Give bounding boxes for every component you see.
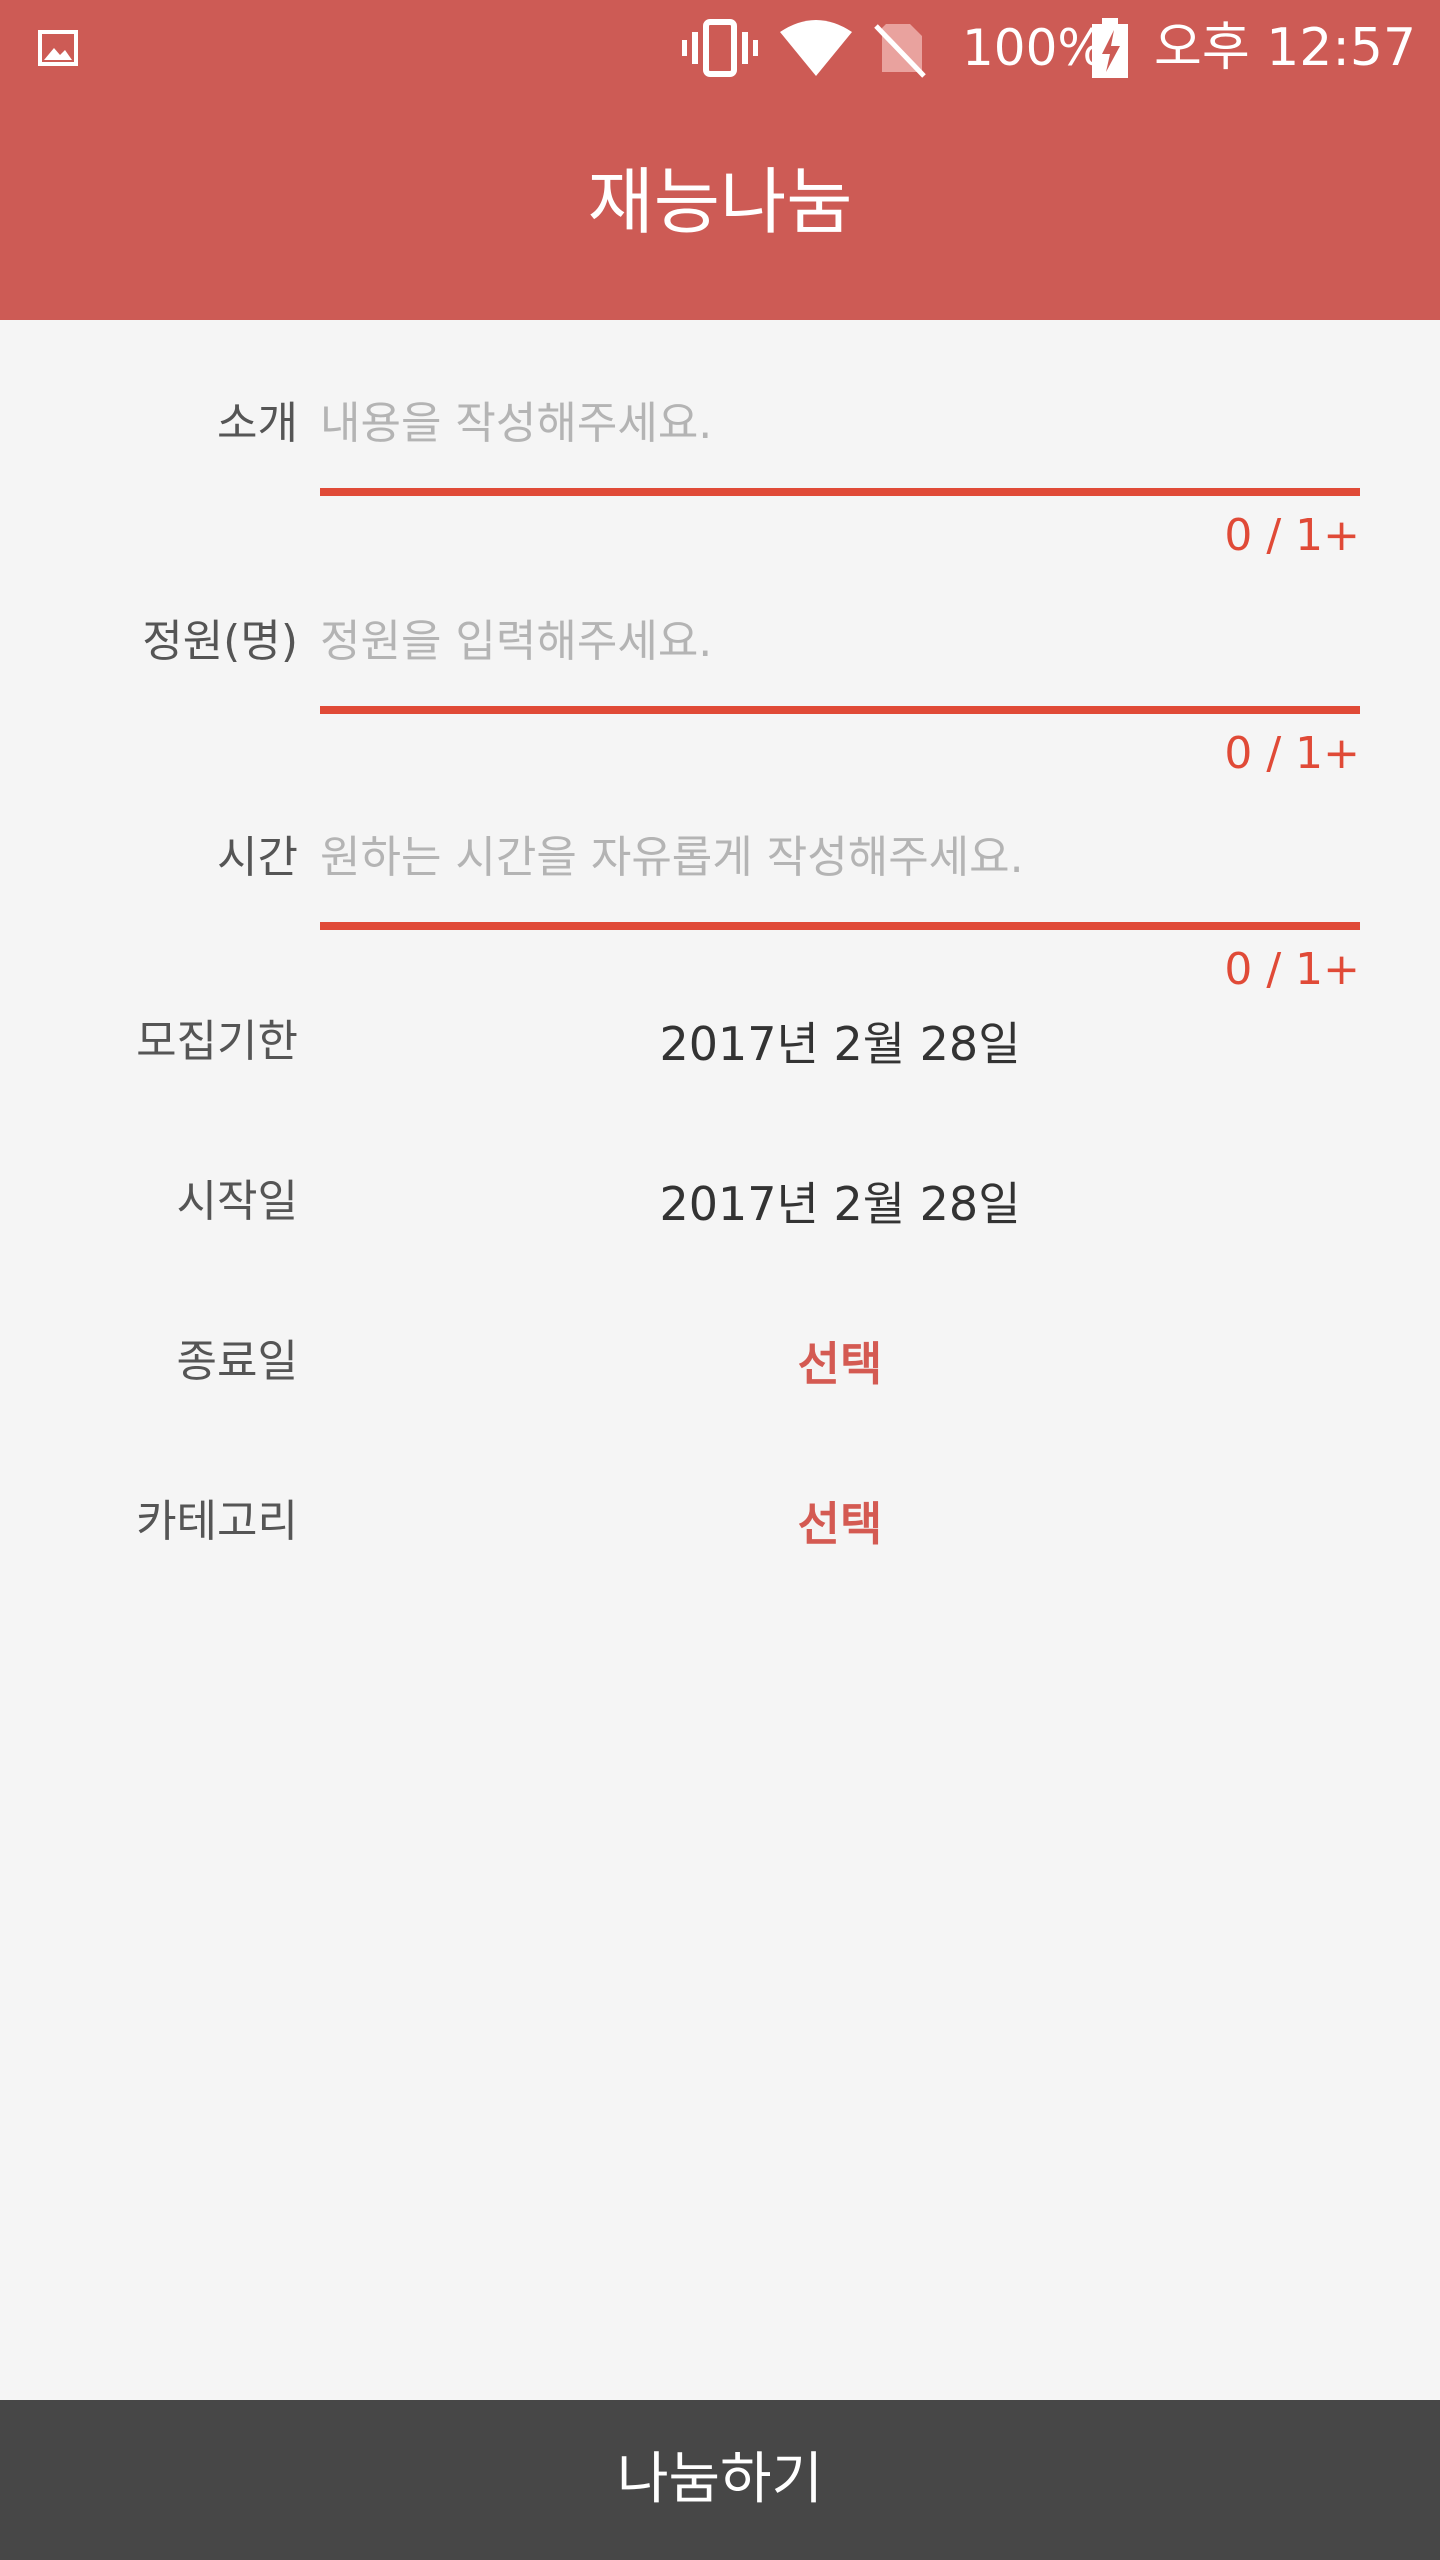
vibrate-icon xyxy=(682,19,758,77)
app-toolbar: 재능나눔 xyxy=(0,96,1440,320)
intro-counter: 0 / 1+ xyxy=(1224,510,1360,561)
time-input[interactable] xyxy=(320,822,1360,892)
page-title: 재능나눔 xyxy=(587,160,853,244)
deadline-date-picker[interactable]: 2017년 2월 28일 xyxy=(320,1014,1360,1074)
wifi-icon xyxy=(780,20,852,76)
end-date-select-button[interactable]: 선택 xyxy=(320,1334,1360,1394)
intro-input[interactable] xyxy=(320,388,1360,458)
start-date-label: 시작일 xyxy=(176,1176,298,1227)
intro-underline xyxy=(320,488,1360,496)
capacity-underline xyxy=(320,706,1360,714)
battery-percentage: 100% xyxy=(962,19,1105,77)
status-time: 오후 12:57 xyxy=(1154,18,1417,78)
capacity-label: 정원(명) xyxy=(142,616,298,667)
start-date-picker[interactable]: 2017년 2월 28일 xyxy=(320,1174,1360,1234)
no-sim-icon xyxy=(874,24,926,78)
battery-charging-icon xyxy=(1092,18,1128,78)
gallery-icon xyxy=(38,30,78,66)
time-label: 시간 xyxy=(217,832,298,883)
category-label: 카테고리 xyxy=(136,1496,298,1547)
time-underline xyxy=(320,922,1360,930)
category-select-button[interactable]: 선택 xyxy=(320,1494,1360,1554)
end-date-label: 종료일 xyxy=(176,1336,298,1387)
time-counter: 0 / 1+ xyxy=(1224,944,1360,995)
share-submit-button[interactable]: 나눔하기 xyxy=(0,2400,1440,2560)
deadline-label: 모집기한 xyxy=(136,1016,298,1067)
intro-label: 소개 xyxy=(217,398,298,449)
status-bar: 100% 오후 12:57 xyxy=(0,0,1440,96)
capacity-counter: 0 / 1+ xyxy=(1224,728,1360,779)
capacity-input[interactable] xyxy=(320,606,1360,676)
